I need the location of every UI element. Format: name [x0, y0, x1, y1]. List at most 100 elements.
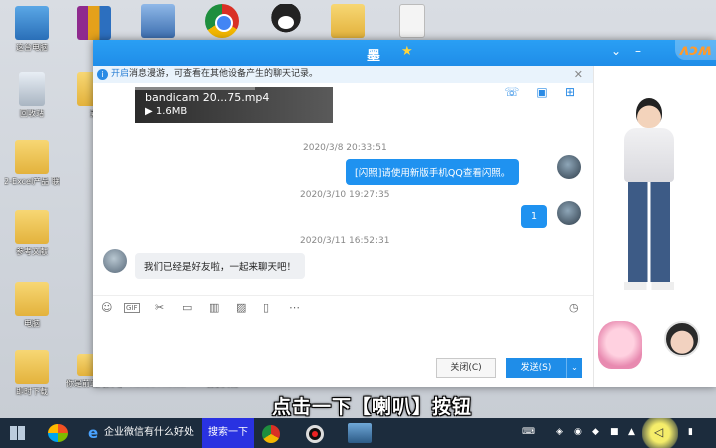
desktop-icon-label: 电脑 — [24, 319, 40, 328]
watermark-logo: ʌɔʍ — [675, 40, 716, 60]
taskbar-ie-label: 企业微信有什么好处 — [104, 427, 194, 438]
folder-icon[interactable]: ▭ — [182, 301, 192, 314]
message-bubble-mine[interactable]: [闪照]请使用新版手机QQ查看闪照。 — [346, 159, 520, 185]
character-shoes — [624, 282, 674, 290]
collapse-icon[interactable]: ⌄ — [609, 44, 623, 58]
file-name: bandicam 20...75.mp4 — [145, 91, 270, 104]
desktop-icon-computer-folder[interactable]: 电脑 — [4, 282, 60, 329]
desktop-icon-this-pc[interactable]: 这台电脑 — [4, 6, 60, 53]
recycle-bin-icon — [19, 72, 45, 106]
notice-text: 消息漫游，可查看在其他设备产生的聊天记录。 — [129, 69, 319, 79]
call-icons: ☏ ▣ ⊞ — [490, 85, 575, 99]
taskbar-ie-window[interactable]: 企业微信有什么好处 — [84, 418, 200, 448]
video-call-icon[interactable]: ▣ — [536, 85, 547, 99]
file-size-value: 1.6MB — [155, 106, 188, 117]
file-size: ▶ 1.6MB — [145, 106, 188, 117]
history-icon[interactable]: ◷ — [569, 301, 579, 314]
desktop-icon-excel-folder[interactable]: 2-Excel产品 联络信息2表... — [4, 140, 60, 187]
file-message-card[interactable]: bandicam 20...75.mp4 ▶ 1.6MB — [135, 87, 333, 123]
avatar-peer[interactable] — [103, 249, 127, 273]
gif-icon[interactable]: GIF — [124, 303, 140, 313]
qq-penguin-icon — [269, 4, 303, 38]
character-legs — [628, 182, 670, 282]
roaming-notice: i 开启消息漫游，可查看在其他设备产生的聊天记录。 ✕ — [93, 66, 593, 83]
message-timestamp: 2020/3/10 19:27:35 — [300, 190, 390, 200]
image-icon[interactable]: ▨ — [236, 301, 246, 314]
desktop-icon-label: 即时下载 — [16, 387, 48, 396]
message-list[interactable]: bandicam 20...75.mp4 ▶ 1.6MB ☏ ▣ ⊞ 2020/… — [93, 83, 593, 295]
file-icon — [399, 4, 425, 38]
qq-chat-window: 墨 ★ ⌄ – ʌɔʍ i 开启消息漫游，可查看在其他设备产生的聊天记录。 ✕ … — [93, 40, 716, 387]
network-icon[interactable]: ▮ — [688, 427, 693, 437]
desktop-icon-file-top[interactable] — [384, 4, 440, 41]
tray-app-icon[interactable]: ◈ — [556, 427, 563, 437]
windows-logo-icon[interactable] — [48, 424, 68, 442]
start-button[interactable] — [4, 418, 32, 448]
gallery-icon[interactable]: ▥ — [209, 301, 219, 314]
tray-app-icon[interactable]: ◆ — [592, 427, 599, 437]
desktop-icon-chrome[interactable] — [194, 4, 250, 41]
chat-title: 墨 — [367, 49, 381, 64]
desktop-icon-app-top[interactable] — [130, 4, 186, 41]
system-tray: ⌨ ◈ ◉ ◆ ■ ▲ ▮ — [516, 418, 716, 448]
close-button[interactable]: 关闭(C) — [436, 358, 496, 378]
message-timestamp: 2020/3/11 16:52:31 — [300, 236, 390, 246]
character-head — [636, 98, 662, 128]
folder-icon — [15, 140, 49, 174]
folder-icon — [15, 350, 49, 384]
avatar-mine[interactable] — [557, 201, 581, 225]
desktop-icon-label: 2-Excel产品 联络信息2表... — [4, 177, 60, 186]
friend-show-panel — [593, 66, 716, 387]
close-icon[interactable]: ✕ — [574, 66, 583, 83]
taskbar-baidu-window[interactable]: 搜索一下 — [202, 418, 254, 448]
avatar-mine[interactable] — [557, 155, 581, 179]
desktop-icon-label: 回收站 — [20, 109, 44, 118]
video-progress-bar — [135, 87, 255, 90]
tray-app-icon[interactable]: ◉ — [574, 427, 582, 437]
taskbar: 企业微信有什么好处 搜索一下 ⌨ ◈ ◉ ◆ ■ ▲ ▮ — [0, 418, 716, 448]
video-subtitle: 点击一下【喇叭】按钮 — [272, 396, 473, 418]
tray-app-icon[interactable]: ■ — [610, 427, 619, 437]
folder-icon — [331, 4, 365, 38]
emoji-icon[interactable]: ☺ — [101, 301, 112, 314]
desktop-icon-folder-top[interactable] — [320, 4, 376, 41]
scissors-icon[interactable]: ✂ — [155, 301, 164, 314]
speaker-icon[interactable]: ◁ — [642, 418, 678, 448]
shake-icon[interactable]: ▯ — [263, 301, 269, 314]
send-button[interactable]: 发送(S) — [506, 358, 566, 378]
star-icon: ★ — [401, 44, 413, 59]
desktop-icon-label: 参考文献 — [16, 247, 48, 256]
desktop-icon-recycle-bin[interactable]: 回收站 — [4, 72, 60, 119]
app-icon — [141, 4, 175, 38]
minimize-icon[interactable]: – — [631, 44, 645, 58]
taskbar-image-viewer-icon[interactable] — [348, 423, 372, 443]
message-timestamp: 2020/3/8 20:33:51 — [303, 143, 387, 153]
character-body — [624, 128, 674, 182]
desktop-icon-downloads[interactable]: 即时下载 — [4, 350, 60, 397]
winrar-icon — [77, 6, 111, 40]
chrome-icon — [205, 4, 239, 38]
taskbar-chrome-icon[interactable] — [262, 425, 280, 443]
phone-icon[interactable]: ☏ — [504, 85, 519, 99]
folder-icon — [15, 282, 49, 316]
more-icon[interactable]: ⋯ — [289, 301, 300, 314]
tray-app-icon[interactable]: ▲ — [628, 427, 635, 437]
keyboard-icon[interactable]: ⌨ — [522, 427, 535, 437]
taskbar-recorder-icon[interactable] — [306, 425, 324, 443]
computer-icon — [15, 6, 49, 40]
chat-titlebar[interactable]: 墨 ★ ⌄ – ʌɔʍ — [93, 40, 716, 66]
message-bubble-theirs[interactable]: 我们已经是好友啦，一起来聊天吧！ — [135, 253, 306, 279]
pet-icon[interactable] — [598, 321, 642, 369]
desktop-icon-qq[interactable] — [258, 4, 314, 41]
message-bubble-mine[interactable]: 1 — [521, 205, 547, 228]
input-toolbar: ☺ GIF ✂ ▭ ▥ ▨ ▯ ⋯ ◷ — [93, 295, 593, 319]
send-options-chevron-icon[interactable]: ⌄ — [566, 358, 582, 378]
apps-grid-icon[interactable]: ⊞ — [565, 85, 575, 99]
folder-icon — [15, 210, 49, 244]
info-icon: i — [97, 69, 108, 80]
friend-avatar[interactable] — [664, 321, 700, 357]
desktop-icon-label: 这台电脑 — [16, 43, 48, 52]
notice-enable-link[interactable]: 开启 — [111, 69, 129, 79]
desktop-icon-winrar[interactable] — [66, 6, 122, 43]
desktop-icon-references[interactable]: 参考文献 — [4, 210, 60, 257]
